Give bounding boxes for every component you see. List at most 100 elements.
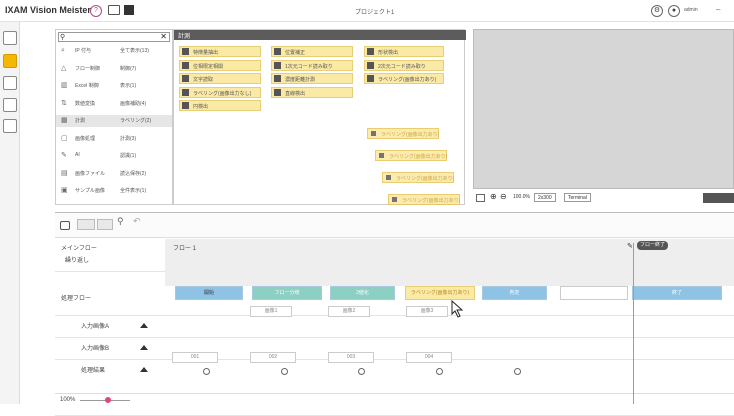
trash-icon[interactable] xyxy=(60,221,70,230)
connector-icon[interactable] xyxy=(358,368,365,375)
flow-name: フロー 1 xyxy=(173,246,197,252)
connector-icon[interactable] xyxy=(281,368,288,375)
category-row[interactable]: ⌕ IP 付与 全て表示(13) xyxy=(56,45,172,57)
ghost-label: ラベリング(画像出力あり) xyxy=(396,176,455,182)
connector-icon[interactable] xyxy=(436,368,443,375)
playback-controls[interactable] xyxy=(703,193,734,203)
output-slot[interactable]: 003 xyxy=(328,352,374,363)
output-slot[interactable]: 004 xyxy=(406,352,452,363)
pencil-icon[interactable]: ✎ xyxy=(627,242,633,250)
category-panel: ⚲ ✕ ⌕ IP 付与 全て表示(13) △ フロー制御 制御(7) ▥ Excel 制御 表示(… xyxy=(55,29,173,205)
category-row[interactable]: ▦ 計測 ラベリング(2) xyxy=(56,115,172,127)
tool-item[interactable]: 特徴量抽出 xyxy=(179,46,261,57)
input-slot[interactable]: 画像3 xyxy=(406,306,448,317)
tool-item[interactable]: 2次元コード読み取り xyxy=(364,59,444,71)
flow-node[interactable]: 判定 xyxy=(482,286,547,300)
user-icon[interactable]: ● xyxy=(668,5,680,17)
main-flow-label: メインフロー xyxy=(61,246,97,252)
zoom-level: 100.0% xyxy=(513,194,530,200)
category-row[interactable]: ▥ Excel 制御 表示(1) xyxy=(56,80,172,92)
tool-label: ラベリング(画像出力なし) xyxy=(193,90,252,97)
tool-icon xyxy=(371,131,376,136)
end-flow-line xyxy=(633,243,634,404)
category-label: Excel 制御 xyxy=(75,83,99,89)
tool-item[interactable]: 直線検出 xyxy=(271,86,353,98)
category-label: 画像処理 xyxy=(75,135,96,142)
mode-field[interactable]: Terminal xyxy=(564,193,591,202)
flow-node[interactable] xyxy=(560,286,628,300)
minimize-icon[interactable]: – xyxy=(716,5,720,14)
category-label: サンプル画像 xyxy=(75,188,105,194)
tool-item[interactable]: 1次元コード読み取り xyxy=(271,59,353,71)
zoom-slider-handle[interactable] xyxy=(105,397,111,403)
category-row[interactable]: ✎ AI 認識(1) xyxy=(56,150,172,162)
expand-icon[interactable] xyxy=(140,323,148,328)
tool-item[interactable]: 位置補正 xyxy=(271,46,353,57)
flow-node[interactable]: 開始 xyxy=(175,286,243,300)
connector-icon[interactable] xyxy=(514,368,521,375)
close-icon[interactable]: ✕ xyxy=(160,32,167,41)
connector-icon[interactable] xyxy=(203,368,210,375)
input-slot[interactable]: 画像1 xyxy=(250,306,292,317)
output-slot[interactable]: 002 xyxy=(250,352,296,363)
rail-list-icon[interactable] xyxy=(3,76,17,90)
zoom-out-icon[interactable]: ⊖ xyxy=(500,192,507,201)
category-icon: △ xyxy=(61,64,67,72)
input-slot[interactable]: 画像2 xyxy=(328,306,370,317)
expand-icon[interactable] xyxy=(140,367,148,372)
folder-icon[interactable] xyxy=(108,5,120,15)
save-icon[interactable] xyxy=(124,5,134,15)
category-row[interactable]: △ フロー制御 制御(7) xyxy=(56,63,172,75)
category-row[interactable]: ⇅ 数値変換 画像補助(4) xyxy=(56,98,172,110)
help-icon[interactable]: ? xyxy=(90,5,102,17)
zoom-in-icon[interactable]: ⊕ xyxy=(490,192,497,201)
category-row[interactable]: ▣ サンプル画像 全件表示(1) xyxy=(56,185,172,197)
flow-button-1[interactable] xyxy=(77,219,95,230)
subcategory-label: 画像補助(4) xyxy=(120,100,147,107)
end-flow-badge[interactable]: フロー終了 xyxy=(637,241,669,250)
fit-icon[interactable] xyxy=(476,194,485,202)
tool-item[interactable]: 位相限定相関 xyxy=(179,59,261,71)
flow-node[interactable]: 終了 xyxy=(632,286,722,300)
tool-item[interactable]: 円検出 xyxy=(179,100,261,111)
tool-icon xyxy=(182,88,189,96)
category-icon: ⇅ xyxy=(61,99,67,107)
category-icon: ▥ xyxy=(61,82,68,89)
tool-panel-header: 計測 xyxy=(174,30,466,40)
rail-data-icon[interactable] xyxy=(3,119,17,133)
tool-item[interactable]: ラベリング(画像出力なし) xyxy=(179,86,261,98)
row-label: 入力画像B xyxy=(81,346,110,352)
tool-label: ラベリング(画像出力あり) xyxy=(378,77,437,83)
tool-label: 特徴量抽出 xyxy=(193,50,219,56)
tool-item[interactable]: 濃度距離計測 xyxy=(271,73,353,84)
flow-node[interactable]: 2値化 xyxy=(330,286,395,300)
rail-image-icon[interactable] xyxy=(3,98,17,112)
flow-node[interactable]: フロー分岐 xyxy=(252,286,322,300)
category-row[interactable]: ▢ 画像処理 計測(3) xyxy=(56,133,172,145)
search-input[interactable]: ⚲ ✕ xyxy=(58,32,170,42)
image-preview[interactable] xyxy=(473,29,734,189)
flow-button-2[interactable] xyxy=(97,219,113,230)
undo-icon[interactable]: ↶ xyxy=(133,216,141,227)
expand-icon[interactable] xyxy=(140,345,148,350)
subcategory-label: 制御(7) xyxy=(120,65,137,72)
subcategory-label: 計測(3) xyxy=(120,135,137,142)
tool-label: 形状検出 xyxy=(378,50,399,56)
drag-ghost: ラベリング(画像出力あり) xyxy=(375,150,447,161)
tool-item[interactable]: 形状検出 xyxy=(364,46,444,57)
category-label: 数値変換 xyxy=(75,100,96,107)
rail-flow-icon[interactable] xyxy=(3,54,17,68)
tool-item[interactable]: ラベリング(画像出力あり) xyxy=(364,73,444,84)
project-name: プロジェクト1 xyxy=(355,10,395,16)
ghost-label: ラベリング(画像出力あり) xyxy=(381,132,440,138)
gear-icon[interactable]: ⚙ xyxy=(651,5,663,17)
tool-item[interactable]: 文字読取 xyxy=(179,73,261,84)
subcategory-label: 全て表示(13) xyxy=(120,48,149,54)
rail-home-icon[interactable] xyxy=(3,31,17,45)
output-slot[interactable]: 001 xyxy=(172,352,218,363)
flow-node[interactable]: ラベリング(画像出力あり) xyxy=(405,286,475,300)
category-row[interactable]: ▤ 画像ファイル 読込保存(2) xyxy=(56,168,172,180)
search-flow-icon[interactable]: ⚲ xyxy=(117,216,124,227)
size-field[interactable]: 2x300 xyxy=(534,193,556,202)
tool-icon xyxy=(379,153,384,158)
